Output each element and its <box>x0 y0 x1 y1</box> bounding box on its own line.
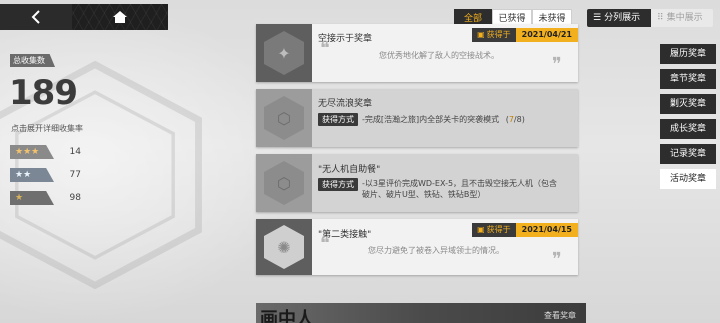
home-icon <box>113 11 127 23</box>
view-medal-link[interactable]: 查看奖章 <box>544 310 576 321</box>
medal-card[interactable]: ⬡ 无尽流浪奖章 获得方式 -完成[浩瀚之旅]内全部关卡的突袭模式 (7/8) <box>256 89 578 147</box>
quote-close-icon: ❞ <box>552 249 562 270</box>
grid-icon: ⠿ <box>657 13 664 23</box>
medal-card[interactable]: ✦ 空接示于奖章 ▣ 获得于 2021/04/21 ❝ 您优秀地化解了敌人的空接战… <box>256 24 578 82</box>
earned-label: ▣ 获得于 <box>472 223 516 237</box>
one-star-count: 98 <box>69 193 81 203</box>
earned-label-text: 获得于 <box>486 30 511 39</box>
progress-total: /8) <box>513 115 525 124</box>
medal-card[interactable]: ⬡ "无人机自助餐" 获得方式 -以3星评价完成WD-EX-5，且不击毁空接无人… <box>256 154 578 212</box>
medal-emblem-icon: ⬡ <box>264 96 304 140</box>
quote-open-icon: ❝ <box>320 38 330 59</box>
back-button[interactable] <box>0 4 72 30</box>
one-star-row: ★ 98 <box>10 191 85 205</box>
obtain-method: 获得方式 -以3星评价完成WD-EX-5，且不击毁空接无人机（包含 破片、破片U型… <box>318 178 557 200</box>
medal-image: ✺ <box>256 219 312 275</box>
medal-title: 无尽流浪奖章 <box>318 99 373 109</box>
medal-title: "无人机自助餐" <box>318 165 381 175</box>
earned-label-text: 获得于 <box>486 225 511 234</box>
quote-open-icon: ❝ <box>320 233 330 254</box>
obtain-method-text: -以3星评价完成WD-EX-5，且不击毁空接无人机（包含 破片、破片U型、铁砧、铁… <box>362 179 558 199</box>
grouped-view-label: 集中展示 <box>666 13 703 23</box>
medal-image: ⬡ <box>256 89 312 147</box>
event-banner[interactable]: 画中人 查看奖章 <box>256 303 586 323</box>
collection-total-label: 总收集数 <box>10 54 55 67</box>
earned-badge: ▣ 获得于 2021/04/21 <box>472 28 578 42</box>
category-tab-record[interactable]: 记录奖章 <box>660 144 716 164</box>
category-tab-annihilation[interactable]: 剿灭奖章 <box>660 94 716 114</box>
category-tab-profile[interactable]: 履历奖章 <box>660 44 716 64</box>
medal-emblem-icon: ⬡ <box>264 161 304 205</box>
event-banner-title: 画中人 <box>260 309 314 323</box>
category-tab-growth[interactable]: 成长奖章 <box>660 119 716 139</box>
medal-image: ✦ <box>256 24 312 82</box>
quote-close-icon: ❞ <box>552 54 562 75</box>
obtain-method-tag: 获得方式 <box>318 113 358 126</box>
three-star-row: ★★★ 14 <box>10 145 85 159</box>
check-icon: ▣ <box>477 225 485 234</box>
two-star-count: 77 <box>69 170 81 180</box>
earned-badge: ▣ 获得于 2021/04/15 <box>472 223 578 237</box>
split-view-button[interactable]: ☰ 分列展示 <box>587 9 651 27</box>
category-tab-event[interactable]: 活动奖章 <box>660 169 716 189</box>
view-toggle: ☰ 分列展示 ⠿ 集中展示 <box>587 9 713 27</box>
obtain-method-tag: 获得方式 <box>318 178 358 191</box>
medal-emblem-icon: ✺ <box>264 225 304 269</box>
earned-date: 2021/04/21 <box>515 28 578 42</box>
grouped-view-button[interactable]: ⠿ 集中展示 <box>651 9 713 27</box>
medal-description: 您尽力避免了被卷入异域领士的情况。 <box>368 246 504 255</box>
two-star-row: ★★ 77 <box>10 168 85 182</box>
split-view-label: 分列展示 <box>604 13 641 23</box>
collection-detail-hint[interactable]: 点击展开详细收集率 <box>11 123 83 134</box>
earned-label: ▣ 获得于 <box>472 28 516 42</box>
medal-card[interactable]: ✺ "第二类接触" ▣ 获得于 2021/04/15 ❝ 您尽力避免了被卷入异域领… <box>256 219 578 275</box>
obtain-progress: (7/8) <box>505 115 525 124</box>
three-star-count: 14 <box>69 147 81 157</box>
collection-total-count[interactable]: 189 <box>9 73 78 113</box>
two-star-badge: ★★ <box>10 168 54 182</box>
obtain-method: 获得方式 -完成[浩瀚之旅]内全部关卡的突袭模式 (7/8) <box>318 113 525 126</box>
three-star-badge: ★★★ <box>10 145 54 159</box>
chevron-left-icon <box>31 10 40 24</box>
earned-date: 2021/04/15 <box>515 223 578 237</box>
list-icon: ☰ <box>593 13 602 23</box>
one-star-badge: ★ <box>10 191 54 205</box>
medal-emblem-icon: ✦ <box>264 31 304 75</box>
medal-description: 您优秀地化解了敌人的空接战术。 <box>379 51 499 60</box>
check-icon: ▣ <box>477 30 485 39</box>
home-button[interactable] <box>72 4 168 30</box>
medal-image: ⬡ <box>256 154 312 212</box>
obtain-method-text: -完成[浩瀚之旅]内全部关卡的突袭模式 <box>362 115 500 124</box>
category-tab-chapter[interactable]: 章节奖章 <box>660 69 716 89</box>
